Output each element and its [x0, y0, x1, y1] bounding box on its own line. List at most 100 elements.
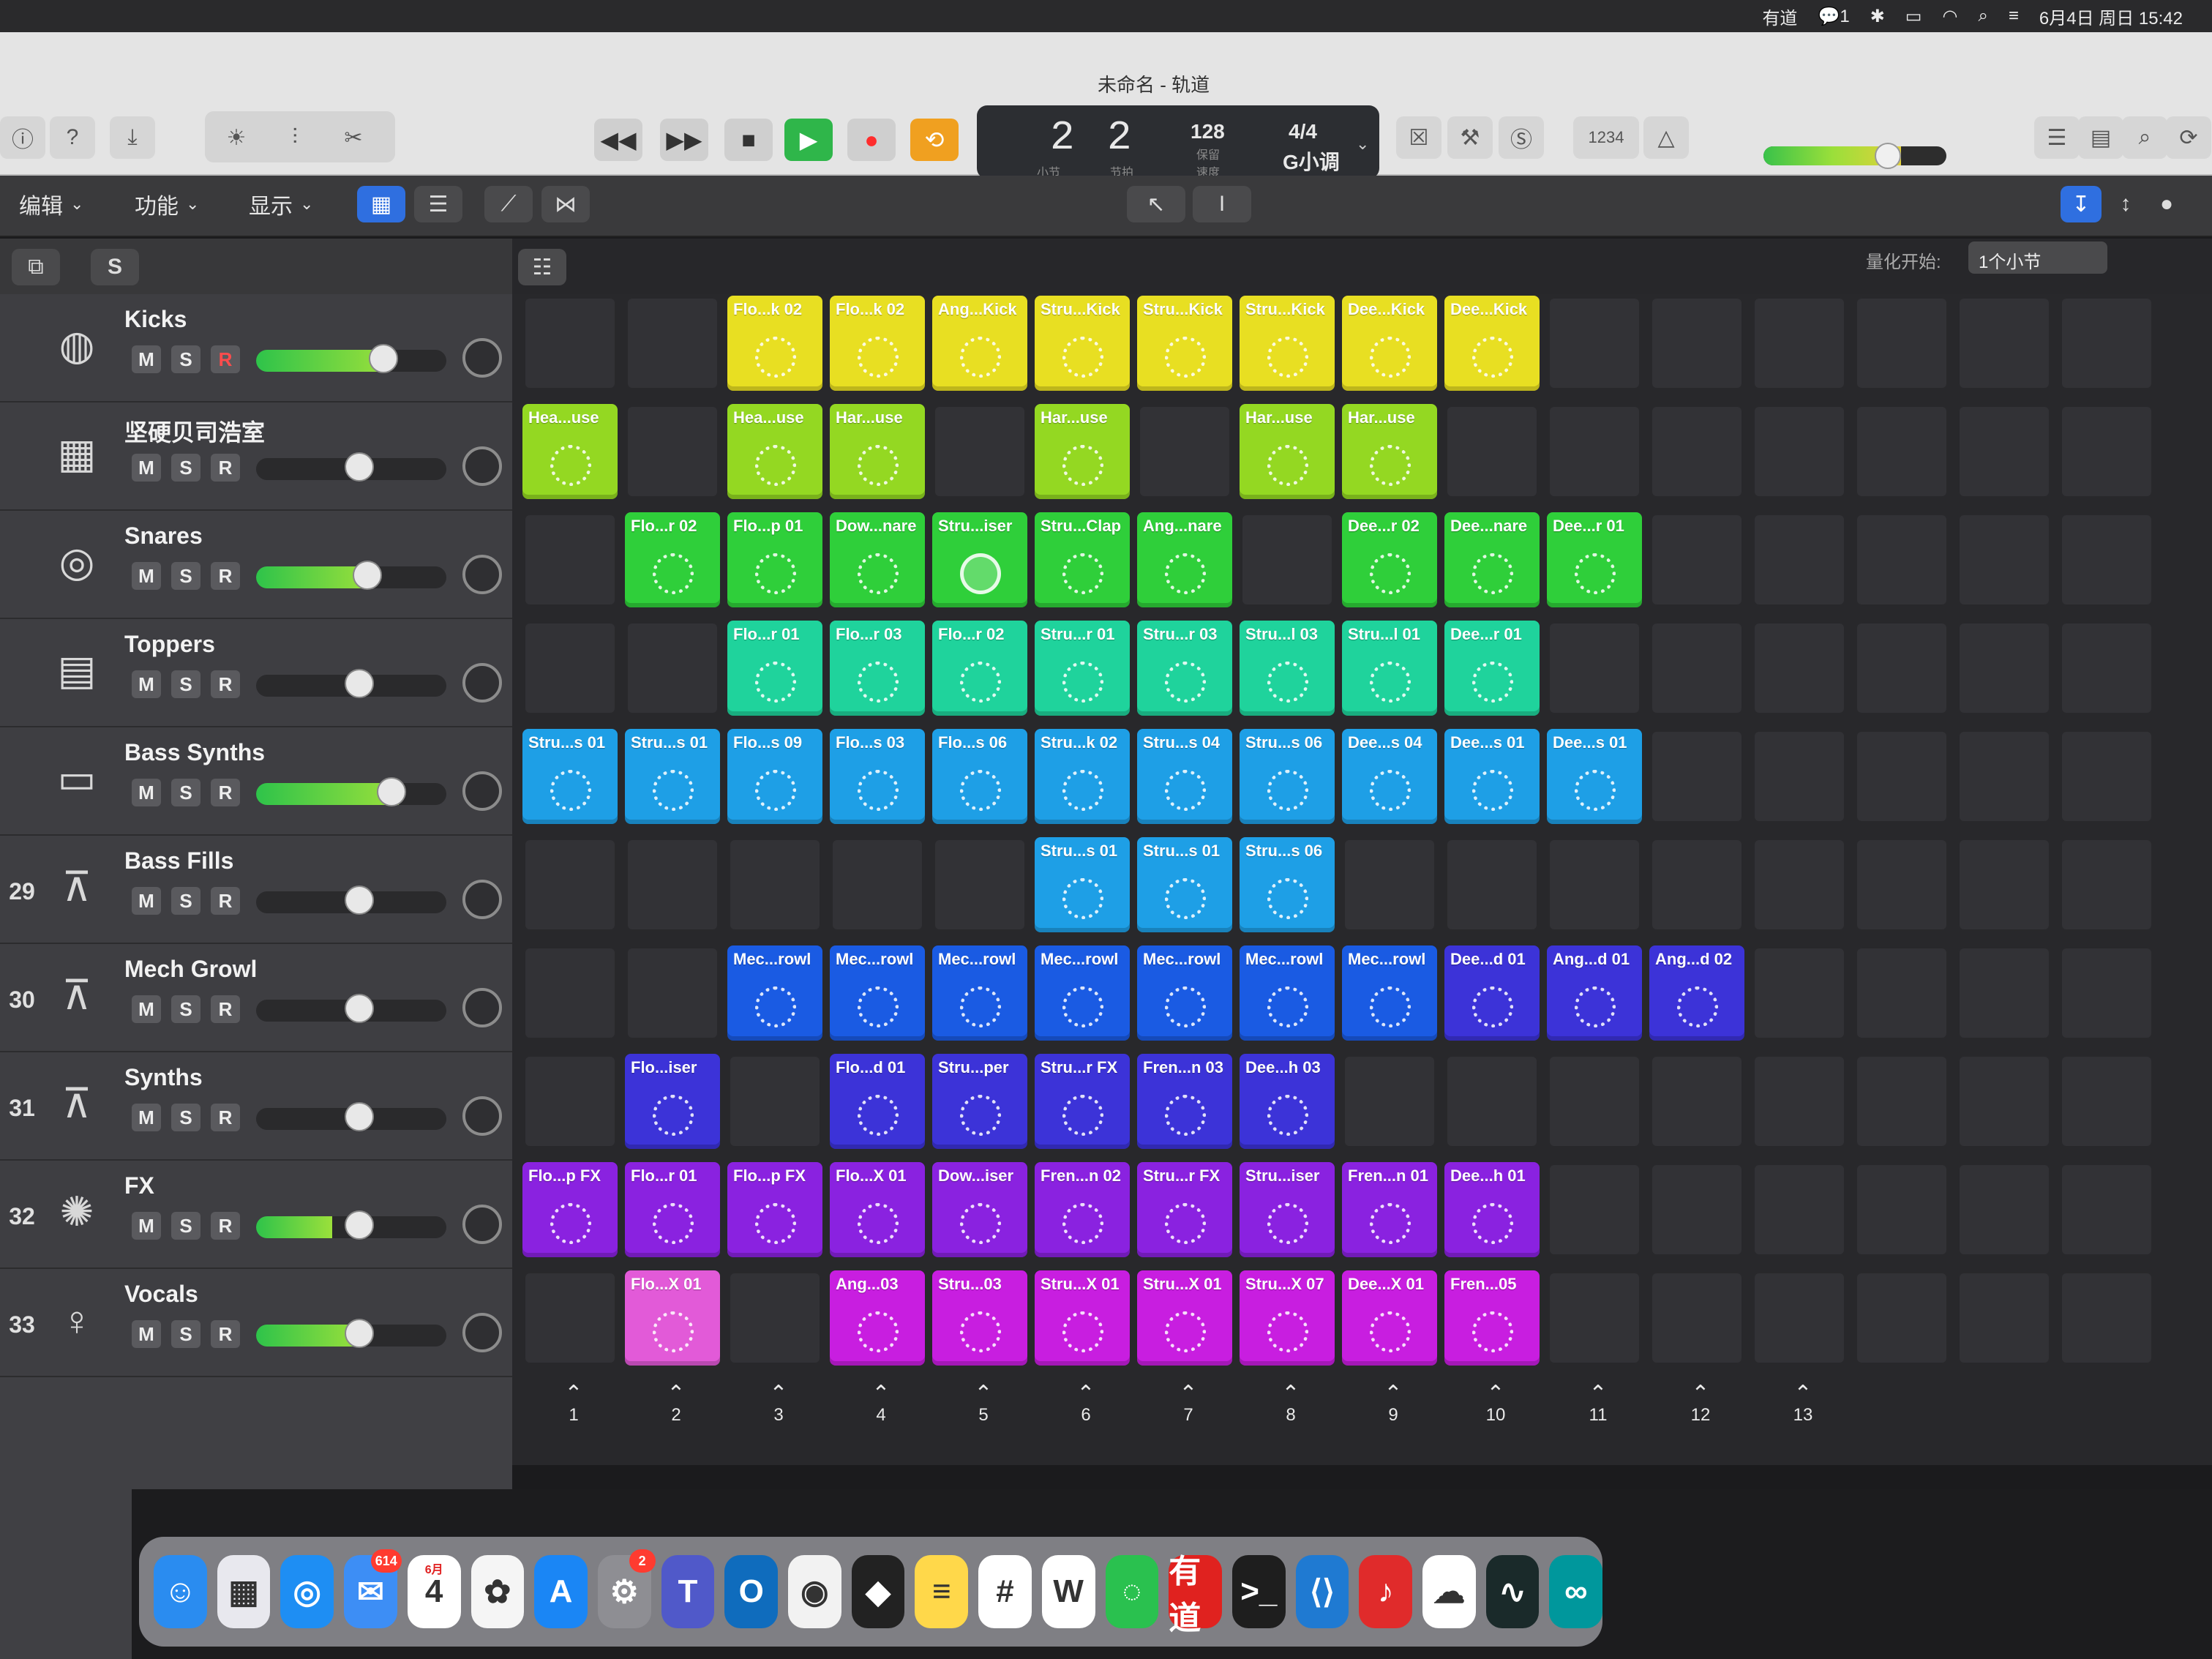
empty-cell-slot[interactable] [1755, 840, 1844, 929]
mail-icon[interactable]: ✉ 614 [344, 1549, 402, 1628]
loop-cell[interactable]: Flo...p FX [522, 1162, 618, 1257]
loop-cell[interactable]: Fren...n 01 [1342, 1162, 1437, 1257]
empty-cell-slot[interactable] [525, 948, 615, 1038]
loop-cell[interactable]: Stru...r 01 [1035, 621, 1130, 716]
empty-cell-slot[interactable] [1755, 515, 1844, 604]
track-volume-knob[interactable] [345, 1210, 374, 1240]
empty-cell-slot[interactable] [2062, 948, 2151, 1038]
outlook-icon[interactable]: O [724, 1555, 779, 1628]
grid-view-icon[interactable]: ▦ [357, 186, 405, 222]
loop-cell[interactable]: Flo...X 01 [625, 1270, 720, 1366]
loop-cell[interactable]: Hea...use [727, 404, 822, 499]
empty-cell-slot[interactable] [1755, 732, 1844, 821]
scene-trigger[interactable]: ⌃ 4 [859, 1383, 903, 1426]
activity-monitor-icon[interactable]: ∿ [1485, 1555, 1540, 1628]
empty-cell-slot[interactable] [1960, 299, 2049, 388]
loop-cell[interactable]: Flo...r 02 [932, 621, 1027, 716]
mute-button[interactable]: M [132, 454, 161, 482]
empty-cell-slot[interactable] [1857, 948, 1946, 1038]
empty-cell-slot[interactable] [1857, 515, 1946, 604]
track-volume-knob[interactable] [345, 669, 374, 698]
loop-cell[interactable]: Stru...k 02 [1035, 729, 1130, 824]
loop-cell[interactable]: Fren...n 02 [1035, 1162, 1130, 1257]
chevron-down-icon[interactable]: ⌄ [1356, 135, 1369, 154]
empty-cell-slot[interactable] [1652, 732, 1742, 821]
empty-cell-slot[interactable] [2062, 299, 2151, 388]
loop-cell[interactable]: Fren...05 [1444, 1270, 1540, 1366]
loop-cell[interactable]: Mec...rowl [1137, 945, 1232, 1041]
loop-cell[interactable]: Flo...r 03 [830, 621, 925, 716]
solo-button[interactable]: S [171, 1320, 200, 1348]
loop-cell[interactable]: Har...use [1035, 404, 1130, 499]
loop-cell[interactable]: Stru...X 01 [1137, 1270, 1232, 1366]
empty-cell-slot[interactable] [1652, 407, 1742, 496]
empty-cell-slot[interactable] [1550, 1057, 1639, 1146]
vscode-icon[interactable]: ⟨⟩ [1295, 1555, 1349, 1628]
solo-button[interactable]: S [171, 670, 200, 698]
scene-trigger[interactable]: ⌃ 6 [1064, 1383, 1108, 1426]
empty-cell-slot[interactable] [2062, 840, 2151, 929]
record-enable-button[interactable]: R [211, 887, 240, 915]
unity-icon[interactable]: ◆ [851, 1555, 905, 1628]
empty-cell-slot[interactable] [525, 299, 615, 388]
scene-trigger[interactable]: ⌃ 10 [1474, 1383, 1518, 1426]
scene-trigger[interactable]: ⌃ 5 [961, 1383, 1005, 1426]
list-editors-icon[interactable]: ☰ [2034, 116, 2080, 159]
empty-cell-slot[interactable] [1755, 948, 1844, 1038]
empty-cell-slot[interactable] [1960, 407, 2049, 496]
notes-icon[interactable]: ≡ [915, 1555, 969, 1628]
empty-cell-slot[interactable] [1550, 1165, 1639, 1254]
empty-cell-slot[interactable] [1857, 407, 1946, 496]
empty-cell-slot[interactable] [2062, 623, 2151, 713]
empty-cell-slot[interactable] [525, 1273, 615, 1363]
track-row[interactable]: 33 ♀ Vocals M S R [0, 1269, 512, 1377]
editors-icon[interactable]: ✂ [331, 116, 376, 159]
loop-cell[interactable]: Flo...s 06 [932, 729, 1027, 824]
empty-cell-slot[interactable] [1550, 299, 1639, 388]
rewind-button[interactable]: ◀◀ [594, 119, 642, 161]
mute-button[interactable]: M [132, 1104, 161, 1131]
teams-icon[interactable]: T [661, 1555, 715, 1628]
loop-cell[interactable]: Stru...Kick [1035, 296, 1130, 391]
solo-button[interactable]: S [171, 887, 200, 915]
wifi-icon[interactable]: ◠ [1942, 6, 1957, 27]
empty-cell-slot[interactable] [1550, 407, 1639, 496]
launchpad-icon[interactable]: ▦ [217, 1555, 271, 1628]
system-settings-icon[interactable]: ⚙ 2 [597, 1549, 656, 1628]
empty-cell-slot[interactable] [628, 299, 717, 388]
track-row[interactable]: ▭ Bass Synths M S R [0, 727, 512, 836]
loop-cell[interactable]: Mec...rowl [1342, 945, 1437, 1041]
quick-help-icon[interactable]: ? [50, 116, 95, 159]
loop-cell[interactable]: Stru...l 01 [1342, 621, 1437, 716]
empty-cell-slot[interactable] [1857, 623, 1946, 713]
empty-cell-slot[interactable] [935, 840, 1024, 929]
lcd-display[interactable]: 2 小节 2 节拍 128 保留 速度 4/4 G小调 ⌄ [977, 105, 1379, 179]
loop-cell[interactable]: Dow...iser [932, 1162, 1027, 1257]
loop-cell[interactable]: Stru...Kick [1137, 296, 1232, 391]
track-volume-slider[interactable] [256, 350, 446, 372]
empty-cell-slot[interactable] [628, 948, 717, 1038]
loop-cell[interactable]: Stru...per [932, 1054, 1027, 1149]
empty-cell-slot[interactable] [1960, 732, 2049, 821]
empty-cell-slot[interactable] [525, 840, 615, 929]
mixer-icon[interactable]: ⫶ [272, 116, 318, 159]
master-volume-slider[interactable] [1763, 146, 1946, 165]
loop-cell[interactable]: Stru...s 01 [625, 729, 720, 824]
track-pan-knob[interactable] [462, 446, 502, 486]
record-enable-button[interactable]: R [211, 1104, 240, 1131]
empty-cell-slot[interactable] [1857, 1165, 1946, 1254]
youdao-icon[interactable]: 有道 [1169, 1554, 1222, 1636]
solo-button[interactable]: S [171, 1212, 200, 1240]
loop-cell[interactable]: Dee...X 01 [1342, 1270, 1437, 1366]
empty-cell-slot[interactable] [525, 623, 615, 713]
mute-button[interactable]: M [132, 562, 161, 590]
loop-cell[interactable]: Flo...p 01 [727, 512, 822, 607]
loop-cell[interactable]: Har...use [1240, 404, 1335, 499]
empty-cell-slot[interactable] [1652, 515, 1742, 604]
flex-icon[interactable]: ⋈ [541, 186, 590, 222]
loop-cell[interactable]: Stru...r FX [1035, 1054, 1130, 1149]
loop-cell[interactable]: Dee...s 04 [1342, 729, 1437, 824]
empty-cell-slot[interactable] [1652, 840, 1742, 929]
loop-cell[interactable]: Dee...Kick [1342, 296, 1437, 391]
loops-icon[interactable]: ⟳ [2166, 116, 2211, 159]
